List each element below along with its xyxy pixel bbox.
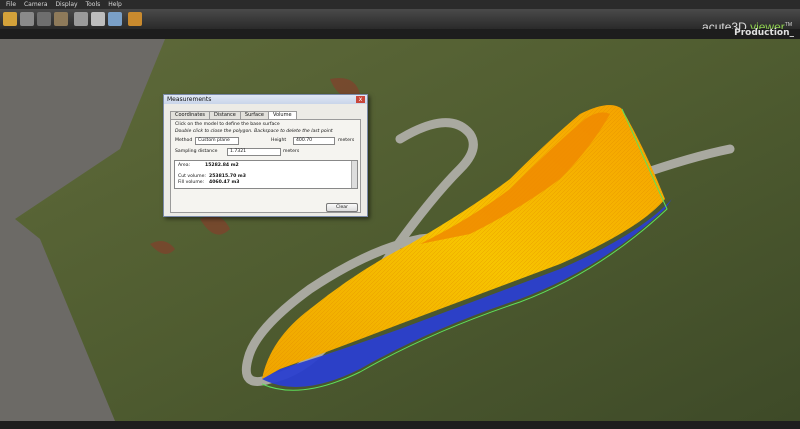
height-input[interactable]: 400.70 xyxy=(293,137,335,145)
document-bar xyxy=(0,29,800,39)
menu-tools[interactable]: Tools xyxy=(85,1,100,8)
close-icon[interactable]: x xyxy=(356,96,365,103)
rotate-icon[interactable] xyxy=(37,12,51,26)
cut-volume-value: 253815.70 m3 xyxy=(209,174,246,179)
volume-panel: Click on the model to define the base su… xyxy=(170,119,361,213)
menu-bar: File Camera Display Tools Help xyxy=(0,0,800,9)
view-icon[interactable] xyxy=(91,12,105,26)
tab-coordinates[interactable]: Coordinates xyxy=(170,111,211,119)
toolbar: acute3D viewerTM xyxy=(0,9,800,34)
tab-distance[interactable]: Distance xyxy=(209,111,241,119)
status-bar xyxy=(0,421,800,429)
pan-hand-icon[interactable] xyxy=(54,12,68,26)
method-label: Method xyxy=(175,138,193,143)
tab-bar: Coordinates Distance Surface Volume xyxy=(170,111,297,119)
select-icon[interactable] xyxy=(74,12,88,26)
dialog-title-bar: Measurements x xyxy=(164,95,367,104)
open-folder-icon[interactable] xyxy=(3,12,17,26)
fill-volume-value: 4060.47 m3 xyxy=(209,180,240,185)
results-scrollbar[interactable] xyxy=(351,161,357,188)
sampling-label: Sampling distance xyxy=(175,149,218,154)
sampling-input[interactable]: 1.7321 xyxy=(227,148,281,156)
method-select[interactable]: Custom plane xyxy=(195,137,239,145)
menu-display[interactable]: Display xyxy=(55,1,77,8)
menu-camera[interactable]: Camera xyxy=(24,1,48,8)
fill-volume-label: Fill volume: xyxy=(178,180,205,185)
menu-file[interactable]: File xyxy=(6,1,16,8)
instruction-1: Click on the model to define the base su… xyxy=(175,122,280,127)
menu-help[interactable]: Help xyxy=(108,1,122,8)
camera-icon[interactable] xyxy=(20,12,34,26)
height-unit: meters xyxy=(338,138,355,143)
measurements-dialog: Measurements x Coordinates Distance Surfac… xyxy=(163,94,368,217)
3d-viewport[interactable] xyxy=(0,39,800,421)
height-label: Height xyxy=(271,138,287,143)
sampling-unit: meters xyxy=(283,149,300,154)
snapshot-icon[interactable] xyxy=(108,12,122,26)
terrain-scene xyxy=(15,39,800,421)
measure-ruler-icon[interactable] xyxy=(128,12,142,26)
document-title: Production_ xyxy=(734,28,794,38)
area-value: 15282.84 m2 xyxy=(205,163,239,168)
instruction-2: Double click to close the polygon. Backs… xyxy=(175,129,333,134)
tab-surface[interactable]: Surface xyxy=(239,111,269,119)
results-box: Area: 15282.84 m2 Cut volume: 253815.70 … xyxy=(174,160,358,189)
area-label: Area: xyxy=(178,163,191,168)
cut-volume-label: Cut volume: xyxy=(178,174,206,179)
clear-button[interactable]: Clear xyxy=(326,203,358,212)
tab-volume[interactable]: Volume xyxy=(267,111,297,119)
